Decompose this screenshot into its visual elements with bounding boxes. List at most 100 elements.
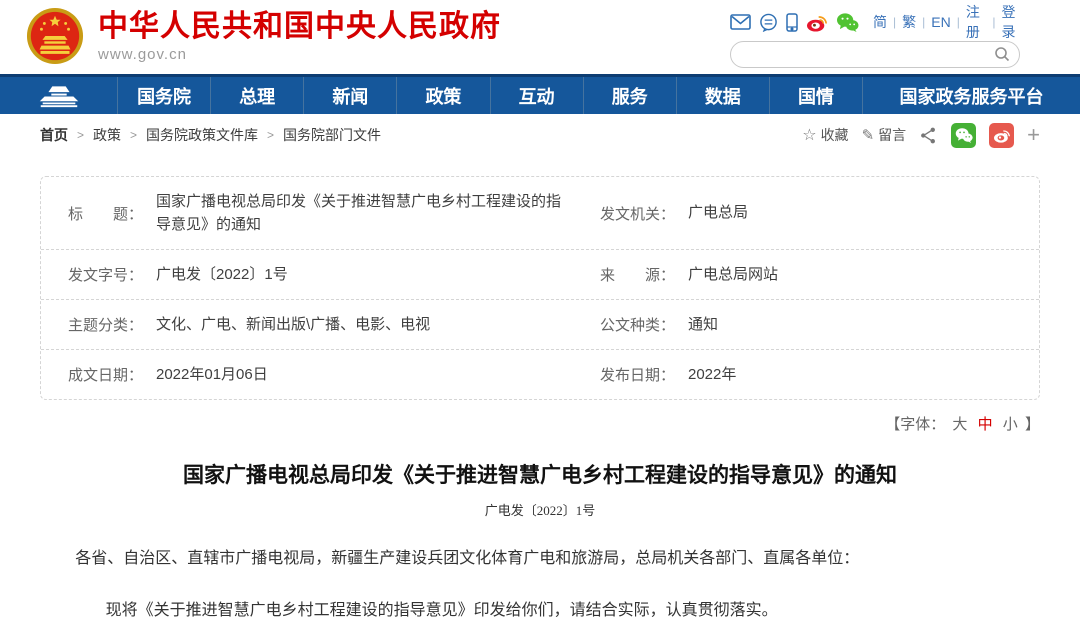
national-emblem-icon <box>26 7 84 65</box>
share-button[interactable] <box>919 126 938 145</box>
font-bar-prefix: 【字体： <box>885 413 945 434</box>
comment-button[interactable]: ✎ 留言 <box>862 125 907 145</box>
nav-item-fuwu[interactable]: 服务 <box>583 77 676 114</box>
article-salutation: 各省、自治区、直辖市广播电视局，新疆生产建设兵团文化体育广电和旅游局，总局机关各… <box>40 547 1040 571</box>
font-size-small-button[interactable]: 小 <box>1003 413 1018 434</box>
more-share-button[interactable]: + <box>1027 124 1040 146</box>
nav-item-shuju[interactable]: 数据 <box>676 77 769 114</box>
breadcrumb-policy-library[interactable]: 国务院政策文件库 <box>146 125 258 145</box>
weibo-icon <box>993 127 1011 143</box>
chevron-right-icon: > <box>267 128 274 142</box>
main-nav: 国务院 总理 新闻 政策 互动 服务 数据 国情 国家政务服务平台 <box>0 74 1080 114</box>
nav-item-hudong[interactable]: 互动 <box>490 77 583 114</box>
tiananmen-icon <box>35 84 83 108</box>
site-title-block: 中华人民共和国中央人民政府 www.gov.cn <box>98 10 501 63</box>
field-label: 发文字号： <box>68 264 156 285</box>
field-label: 发文机关： <box>600 203 688 224</box>
field-label: 发布日期： <box>600 364 688 385</box>
field-value: 文化、广电、新闻出版\广播、电影、电视 <box>156 313 574 336</box>
search-input[interactable] <box>743 44 993 65</box>
doc-field-written-date: 成文日期： 2022年01月06日 <box>41 350 594 399</box>
page-actions: ☆ 收藏 ✎ 留言 <box>802 123 1040 148</box>
article-body: 各省、自治区、直辖市广播电视局，新疆生产建设兵团文化体育广电和旅游局，总局机关各… <box>40 547 1040 644</box>
doc-info-row: 成文日期： 2022年01月06日 发布日期： 2022年 <box>41 350 1039 399</box>
header-toolbar: 简 | 繁 | EN | 注册 | 登录 <box>730 10 1022 34</box>
article-doc-number: 广电发〔2022〕1号 <box>0 500 1080 519</box>
doc-info-row: 标 题： 国家广播电视总局印发《关于推进智慧广电乡村工程建设的指导意见》的通知 … <box>41 177 1039 250</box>
pencil-icon: ✎ <box>862 126 875 144</box>
nav-item-guoqing[interactable]: 国情 <box>769 77 862 114</box>
comment-icon[interactable] <box>759 13 778 32</box>
field-label: 公文种类： <box>600 314 688 335</box>
field-label: 来 源： <box>600 264 688 285</box>
nav-item-guowuyuan[interactable]: 国务院 <box>117 77 210 114</box>
field-value: 2022年01月06日 <box>156 363 574 386</box>
doc-field-issuing-agency: 发文机关： 广电总局 <box>594 177 1039 249</box>
share-weibo-button[interactable] <box>989 123 1014 148</box>
nav-home[interactable] <box>0 77 117 114</box>
site-url: www.gov.cn <box>98 46 501 63</box>
chevron-right-icon: > <box>130 128 137 142</box>
doc-field-publish-date: 发布日期： 2022年 <box>594 350 1039 399</box>
nav-item-zongli[interactable]: 总理 <box>210 77 303 114</box>
separator: | <box>922 15 925 29</box>
field-value: 通知 <box>688 313 1019 336</box>
site-header: 中华人民共和国中央人民政府 www.gov.cn <box>0 0 1080 74</box>
separator: | <box>992 15 995 29</box>
article-paragraph: 现将《关于推进智慧广电乡村工程建设的指导意见》印发给你们，请结合实际，认真贯彻落… <box>40 599 1040 623</box>
font-size-large-button[interactable]: 大 <box>952 413 967 434</box>
field-label: 成文日期： <box>68 364 156 385</box>
doc-field-doc-type: 公文种类： 通知 <box>594 300 1039 349</box>
font-size-medium-button[interactable]: 中 <box>978 413 993 434</box>
mobile-icon[interactable] <box>786 13 798 32</box>
field-value: 国家广播电视总局印发《关于推进智慧广电乡村工程建设的指导意见》的通知 <box>156 190 574 237</box>
wechat-icon[interactable] <box>836 12 859 32</box>
doc-field-doc-number: 发文字号： 广电发〔2022〕1号 <box>41 250 594 299</box>
separator: | <box>893 15 896 29</box>
font-size-bar: 【字体： 大 中 小 】 <box>40 413 1040 434</box>
header-right: 简 | 繁 | EN | 注册 | 登录 <box>730 10 1022 68</box>
doc-info-row: 主题分类： 文化、广电、新闻出版\广播、电影、电视 公文种类： 通知 <box>41 300 1039 350</box>
field-value: 广电发〔2022〕1号 <box>156 263 574 286</box>
breadcrumb-home[interactable]: 首页 <box>40 125 68 145</box>
field-value: 2022年 <box>688 363 1019 386</box>
doc-field-topic-category: 主题分类： 文化、广电、新闻出版\广播、电影、电视 <box>41 300 594 349</box>
doc-info-row: 发文字号： 广电发〔2022〕1号 来 源： 广电总局网站 <box>41 250 1039 300</box>
article-title: 国家广播电视总局印发《关于推进智慧广电乡村工程建设的指导意见》的通知 <box>60 459 1020 489</box>
font-bar-suffix: 】 <box>1025 413 1040 434</box>
lang-traditional[interactable]: 繁 <box>902 12 916 32</box>
lang-simplified[interactable]: 简 <box>873 12 887 32</box>
separator: | <box>957 15 960 29</box>
comment-label: 留言 <box>878 125 906 145</box>
wechat-icon <box>955 127 973 143</box>
site-logo[interactable]: 中华人民共和国中央人民政府 www.gov.cn <box>26 7 501 65</box>
mail-icon[interactable] <box>730 14 751 30</box>
breadcrumb-bar: 首页 > 政策 > 国务院政策文件库 > 国务院部门文件 ☆ 收藏 ✎ 留言 <box>0 114 1080 156</box>
star-icon: ☆ <box>802 125 816 145</box>
field-label: 主题分类： <box>68 314 156 335</box>
register-link[interactable]: 注册 <box>966 2 987 42</box>
weibo-icon[interactable] <box>806 12 828 32</box>
site-title: 中华人民共和国中央人民政府 <box>98 10 501 43</box>
field-value: 广电总局网站 <box>688 263 1019 286</box>
doc-field-title: 标 题： 国家广播电视总局印发《关于推进智慧广电乡村工程建设的指导意见》的通知 <box>41 177 594 249</box>
favorite-label: 收藏 <box>821 125 849 145</box>
lang-links: 简 | 繁 | EN | 注册 | 登录 <box>873 2 1022 42</box>
chevron-right-icon: > <box>77 128 84 142</box>
field-label: 标 题： <box>68 203 156 224</box>
search-icon[interactable] <box>994 46 1011 68</box>
nav-item-service-platform[interactable]: 国家政务服务平台 <box>862 77 1080 114</box>
nav-item-zhengce[interactable]: 政策 <box>396 77 489 114</box>
search-box <box>730 41 1020 68</box>
share-wechat-button[interactable] <box>951 123 976 148</box>
login-link[interactable]: 登录 <box>1001 2 1022 42</box>
doc-field-source: 来 源： 广电总局网站 <box>594 250 1039 299</box>
nav-item-xinwen[interactable]: 新闻 <box>303 77 396 114</box>
favorite-button[interactable]: ☆ 收藏 <box>802 125 848 145</box>
share-icon <box>919 126 938 145</box>
field-value: 广电总局 <box>688 201 1019 224</box>
document-info-card: 标 题： 国家广播电视总局印发《关于推进智慧广电乡村工程建设的指导意见》的通知 … <box>40 176 1040 400</box>
breadcrumb-current: 国务院部门文件 <box>283 125 381 145</box>
breadcrumb-policy[interactable]: 政策 <box>93 125 121 145</box>
lang-english[interactable]: EN <box>931 14 950 30</box>
